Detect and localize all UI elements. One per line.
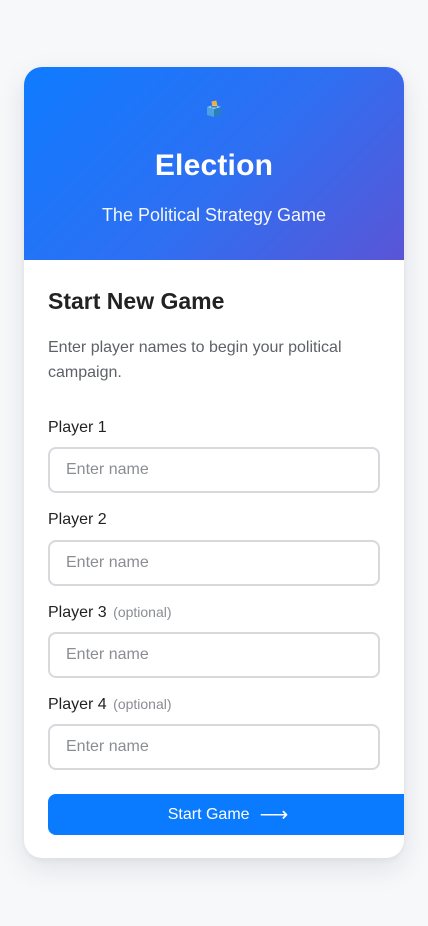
app-subtitle: The Political Strategy Game (101, 205, 327, 225)
start-game-card: Election The Political Strategy Game Sta… (24, 67, 404, 858)
player-3-label-text: Player 3 (48, 604, 107, 621)
arrow-right-icon: ⟶ (259, 803, 289, 826)
player-3-label: Player 3 (optional) (48, 604, 172, 622)
player-2-input[interactable] (48, 540, 380, 586)
optional-tag: (optional) (113, 696, 172, 712)
player-4-label-text: Player 4 (48, 696, 107, 713)
player-4-input[interactable] (48, 724, 380, 770)
player-3-input[interactable] (48, 632, 380, 678)
player-1-label-text: Player 1 (48, 419, 107, 436)
player-1-label: Player 1 (48, 419, 107, 437)
player-4-label: Player 4 (optional) (48, 696, 172, 714)
app-title: Election (154, 149, 274, 182)
start-game-label: Start Game (167, 805, 250, 823)
ballot-box-icon (207, 100, 221, 117)
intro-text: Enter player names to begin your politic… (48, 339, 342, 381)
player-2-label: Player 2 (48, 511, 107, 529)
page-title: Start New Game (48, 288, 225, 314)
player-1-input[interactable] (48, 447, 380, 493)
start-game-button[interactable]: Start Game ⟶ (48, 794, 404, 835)
hero-banner: Election The Political Strategy Game (24, 67, 404, 260)
optional-tag: (optional) (113, 604, 172, 620)
player-2-label-text: Player 2 (48, 511, 107, 528)
